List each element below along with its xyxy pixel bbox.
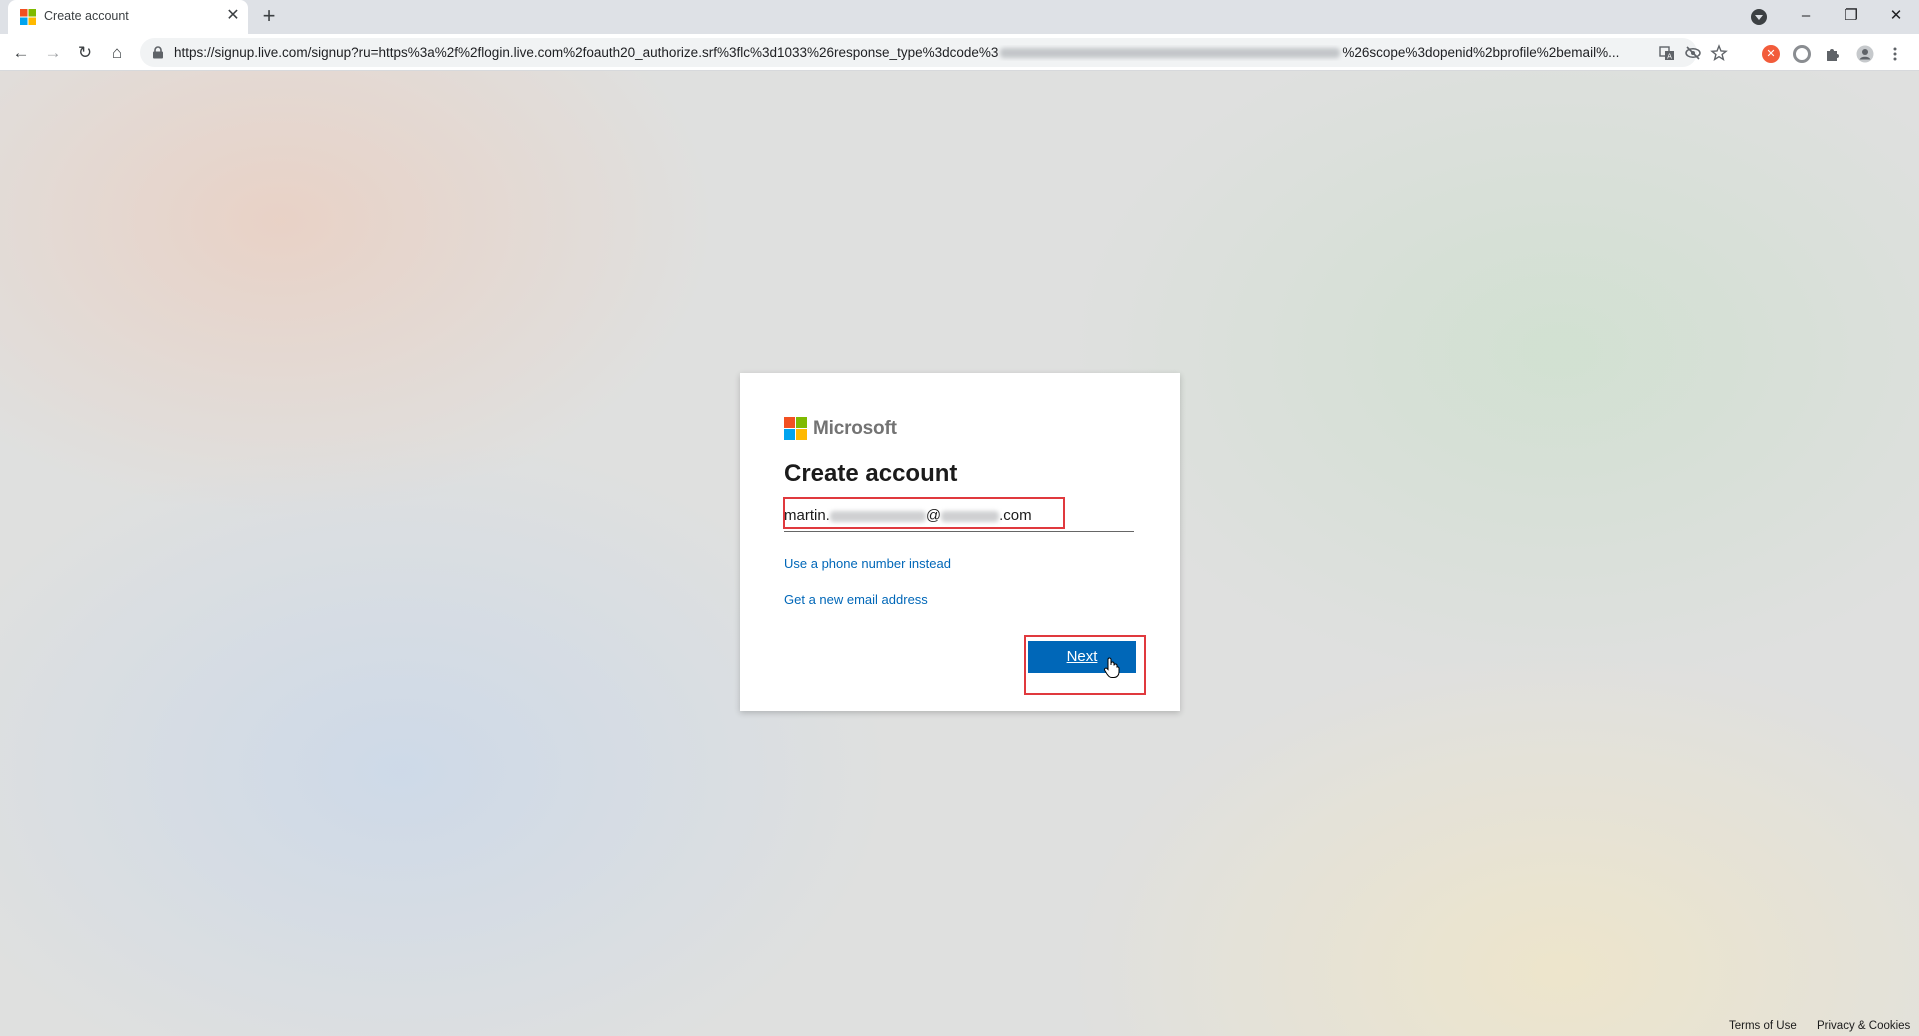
logo-square-red bbox=[784, 417, 795, 428]
svg-text:A: A bbox=[1667, 53, 1672, 61]
reload-icon[interactable]: ↻ bbox=[72, 40, 98, 66]
browser-toolbar: ← → ↻ ⌂ https://signup.live.com/signup?r… bbox=[0, 34, 1919, 71]
tab-title: Create account bbox=[44, 9, 129, 23]
hand-cursor-icon bbox=[1104, 657, 1120, 678]
url-visible-end: %26scope%3dopenid%2bprofile%2bemail%... bbox=[1342, 45, 1620, 60]
tab-search-icon[interactable] bbox=[1751, 9, 1767, 25]
url-text: https://signup.live.com/signup?ru=https%… bbox=[174, 45, 1644, 61]
signup-card: Microsoft Create account martin. @ .com Us… bbox=[740, 373, 1180, 711]
logo-square-blue bbox=[784, 429, 795, 440]
page-background: Microsoft Create account martin. @ .com Us… bbox=[0, 71, 1919, 1036]
tab-close-icon[interactable]: ✕ bbox=[224, 7, 242, 25]
window-close-icon[interactable]: ✕ bbox=[1876, 2, 1916, 30]
lock-icon[interactable] bbox=[152, 46, 164, 59]
minimize-icon[interactable]: – bbox=[1786, 2, 1826, 30]
new-email-link[interactable]: Get a new email address bbox=[784, 592, 928, 608]
extension-red-icon[interactable]: ✕ bbox=[1762, 45, 1780, 63]
extension-circle-icon[interactable] bbox=[1793, 45, 1811, 63]
star-icon[interactable] bbox=[1710, 44, 1728, 62]
brand-name: Microsoft bbox=[813, 418, 897, 439]
tab-strip: Create account ✕ + – ❐ ✕ bbox=[0, 0, 1919, 34]
terms-link[interactable]: Terms of Use bbox=[1729, 1019, 1797, 1033]
url-visible-start: https://signup.live.com/signup?ru=https%… bbox=[174, 45, 999, 60]
eye-off-icon[interactable] bbox=[1684, 44, 1702, 62]
profile-icon[interactable] bbox=[1856, 45, 1874, 63]
page-title: Create account bbox=[784, 460, 958, 487]
puzzle-icon[interactable] bbox=[1824, 45, 1842, 63]
more-icon[interactable] bbox=[1886, 45, 1904, 63]
forward-icon[interactable]: → bbox=[40, 40, 66, 66]
address-bar[interactable]: https://signup.live.com/signup?ru=https%… bbox=[140, 38, 1728, 67]
url-redacted bbox=[1000, 48, 1341, 59]
use-phone-link[interactable]: Use a phone number instead bbox=[784, 556, 951, 572]
microsoft-logo: Microsoft bbox=[784, 417, 914, 441]
microsoft-logo-icon bbox=[784, 417, 807, 440]
logo-square-green bbox=[796, 417, 807, 428]
microsoft-favicon-icon bbox=[20, 9, 36, 25]
home-icon[interactable]: ⌂ bbox=[104, 40, 130, 66]
email-highlight-box bbox=[783, 497, 1065, 529]
restore-icon[interactable]: ❐ bbox=[1831, 2, 1871, 30]
translate-icon[interactable]: A bbox=[1658, 44, 1676, 62]
privacy-link[interactable]: Privacy & Cookies bbox=[1817, 1019, 1910, 1033]
new-tab-icon[interactable]: + bbox=[258, 5, 280, 28]
back-icon[interactable]: ← bbox=[8, 40, 34, 66]
browser-tab[interactable]: Create account ✕ bbox=[8, 0, 248, 34]
logo-square-yellow bbox=[796, 429, 807, 440]
